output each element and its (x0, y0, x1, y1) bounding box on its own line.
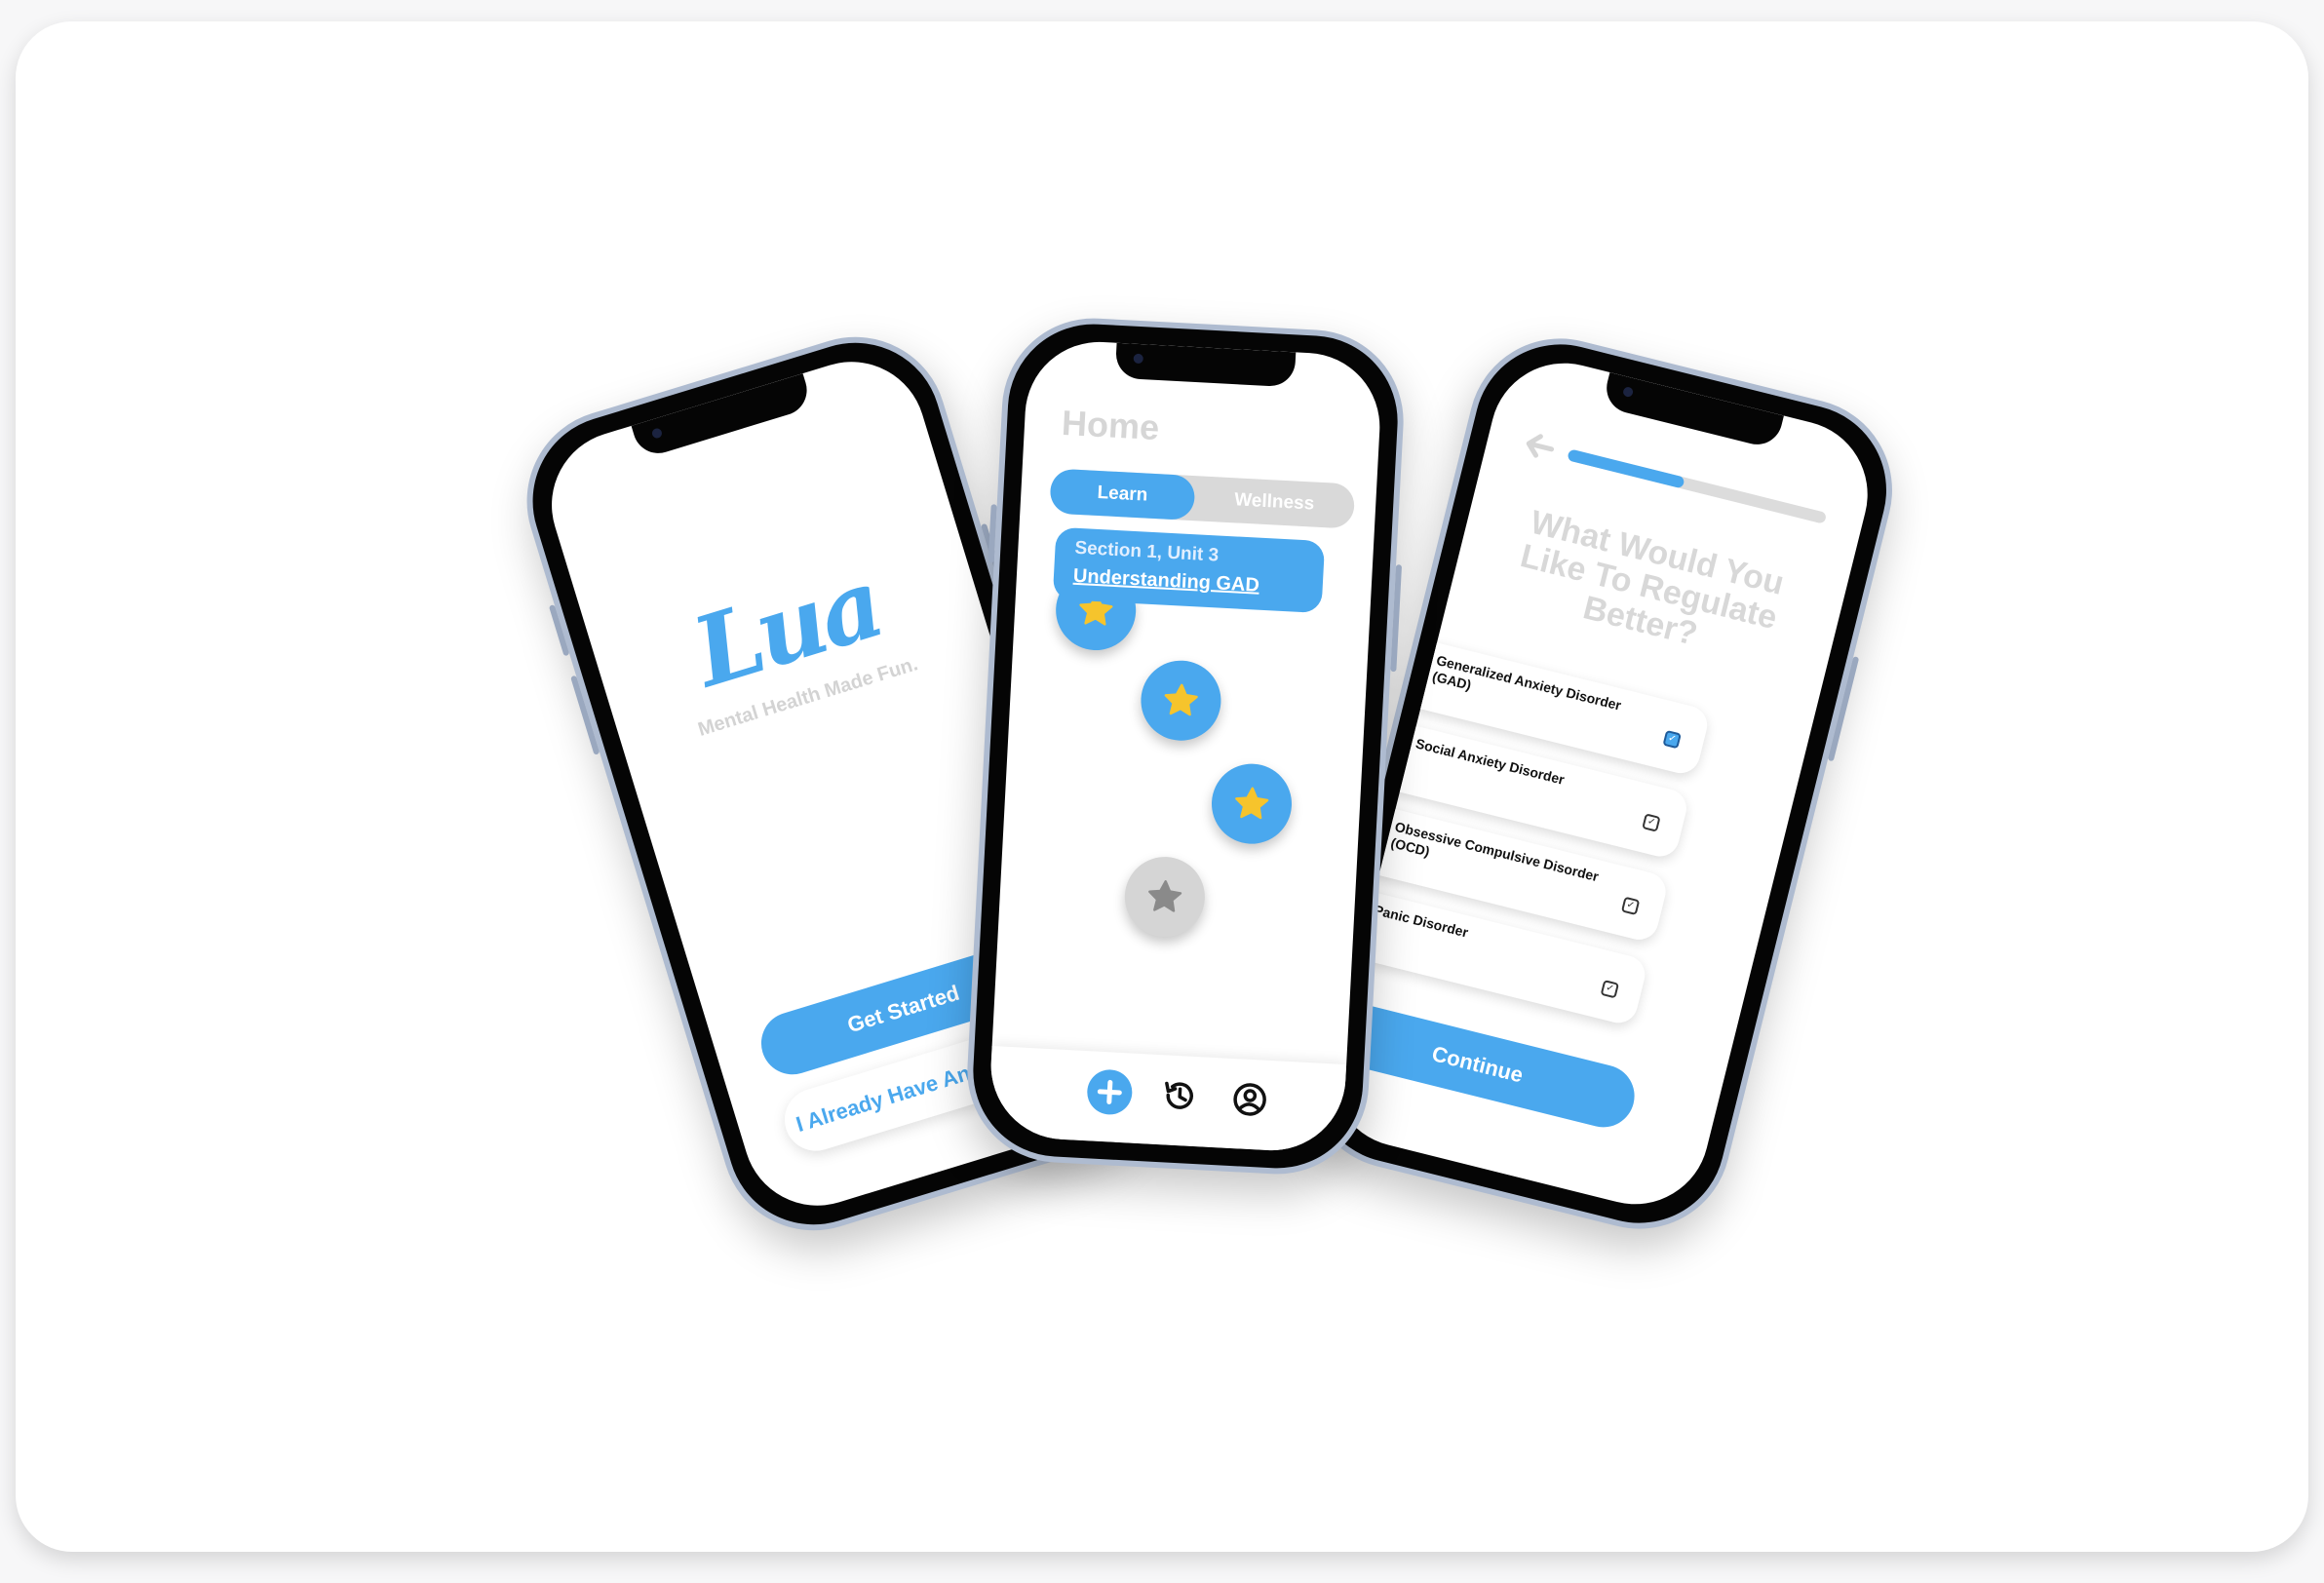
add-icon[interactable] (1086, 1068, 1134, 1116)
phone-home: Home Learn Wellness Section 1, Unit 3 Un… (962, 313, 1409, 1179)
lesson-node-2[interactable] (1139, 658, 1223, 743)
checkbox-icon[interactable]: ✓ (1600, 980, 1620, 999)
question-title: What Would You Like To Regulate Better? (1516, 503, 1788, 653)
notch (1601, 371, 1784, 450)
segment-control: Learn Wellness (1049, 468, 1356, 529)
lesson-node-3[interactable] (1209, 761, 1295, 846)
progress-bar (1567, 448, 1828, 524)
option-label: Generalized Anxiety Disorder (GAD) (1430, 652, 1623, 714)
history-icon[interactable] (1156, 1072, 1203, 1119)
star-icon (1235, 787, 1269, 820)
unit-section: Section 1, Unit 3 (1073, 537, 1220, 566)
tab-learn[interactable]: Learn (1049, 468, 1196, 521)
unit-title[interactable]: Understanding GAD (1072, 565, 1259, 598)
home-screen: Home Learn Wellness Section 1, Unit 3 Un… (987, 338, 1384, 1154)
checkbox-icon[interactable]: ✓ (1620, 896, 1641, 916)
progress-fill (1567, 448, 1685, 489)
notch (1114, 342, 1297, 388)
lesson-node-4[interactable] (1122, 855, 1207, 940)
profile-icon[interactable] (1226, 1076, 1273, 1123)
checkbox-icon[interactable]: ✓ (1642, 813, 1661, 832)
tab-bar (987, 1046, 1347, 1154)
star-icon (1148, 880, 1182, 912)
tab-wellness[interactable]: Wellness (1193, 476, 1355, 529)
star-icon (1164, 683, 1198, 716)
unit-card[interactable]: Section 1, Unit 3 Understanding GAD (1052, 526, 1326, 614)
checkbox-checked-icon[interactable]: ✓ (1662, 729, 1682, 750)
page-title: Home (1061, 402, 1161, 448)
back-arrow-icon[interactable] (1519, 426, 1559, 466)
